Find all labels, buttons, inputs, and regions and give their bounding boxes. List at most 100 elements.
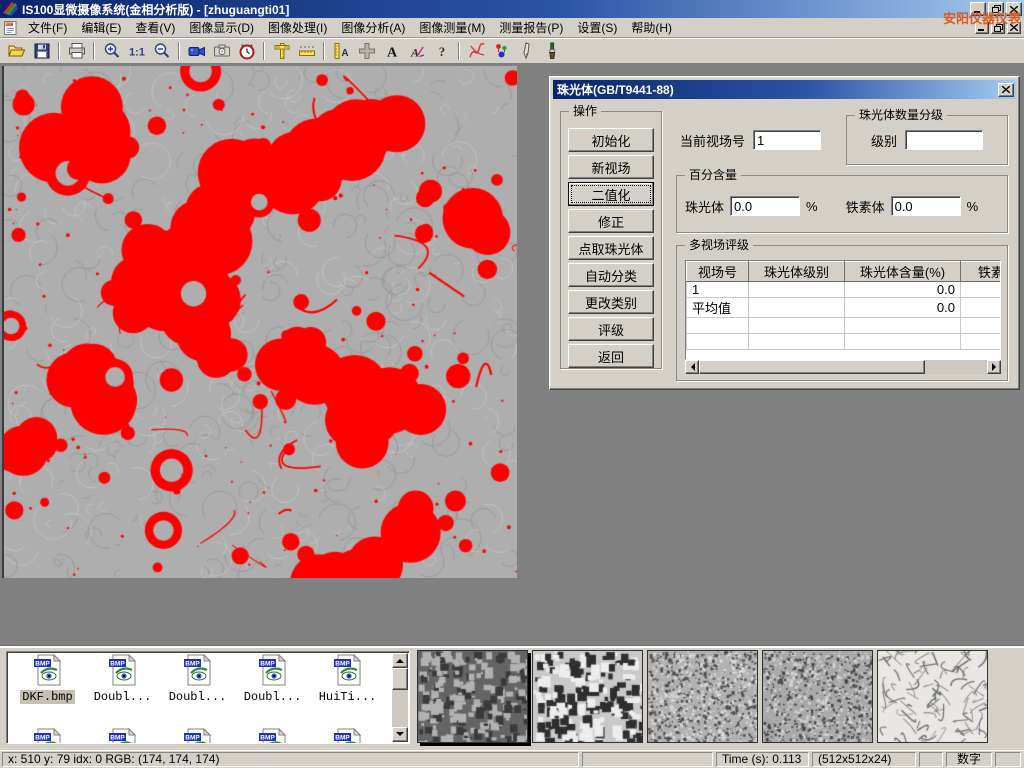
op-binarize-button[interactable]: 二值化 <box>568 182 654 206</box>
pearlite-percent-input[interactable] <box>730 196 800 216</box>
hscroll-thumb[interactable] <box>699 360 925 374</box>
table-cell <box>749 282 845 298</box>
menu-item-file[interactable]: 文件(F) <box>21 17 74 38</box>
op-change-class-button[interactable]: 更改类别 <box>568 290 654 314</box>
multi-field-table-wrap: 视场号珠光体级别珠光体含量(%)铁素体含量(%)10.0平均值0.0 <box>685 260 1001 360</box>
thumbnail[interactable] <box>647 650 758 743</box>
annotate-button[interactable]: A <box>404 40 429 62</box>
table-row[interactable]: 平均值0.0 <box>687 298 1002 318</box>
app-icon <box>2 0 18 19</box>
table-cell: 1 <box>687 282 749 298</box>
column-header[interactable]: 视场号 <box>687 262 749 282</box>
file-item[interactable]: BMPDKF.bmp <box>10 654 85 704</box>
minimize-button[interactable] <box>975 21 989 34</box>
hscroll-track[interactable] <box>925 360 987 374</box>
menu-item-help[interactable]: 帮助(H) <box>624 17 679 38</box>
menu-item-image-process[interactable]: 图像处理(I) <box>261 17 334 38</box>
time-status: Time (s): 0.113 <box>716 752 809 767</box>
dialog-close-button[interactable] <box>998 83 1014 97</box>
open-button[interactable] <box>4 40 29 62</box>
vscroll-track[interactable] <box>392 690 408 727</box>
zoom-in-button[interactable] <box>99 40 124 62</box>
file-item[interactable]: BMPHuiTi... <box>310 654 385 704</box>
menu-item-view[interactable]: 查看(V) <box>128 17 182 38</box>
file-item[interactable]: BMP <box>235 728 310 744</box>
marker-points-button[interactable] <box>489 40 514 62</box>
video-camera-button[interactable] <box>184 40 209 62</box>
op-grade-button[interactable]: 评级 <box>568 317 654 341</box>
move-cross-button[interactable] <box>354 40 379 62</box>
thumbnail-image[interactable] <box>532 650 643 743</box>
op-auto-classify-button[interactable]: 自动分类 <box>568 263 654 287</box>
file-list-scrollbar[interactable] <box>392 653 408 742</box>
table-hscrollbar[interactable] <box>685 360 1001 374</box>
restore-button[interactable] <box>991 21 1005 34</box>
level-input[interactable] <box>905 130 983 150</box>
close-button[interactable] <box>1006 2 1022 16</box>
timer-button[interactable] <box>234 40 259 62</box>
zoom-out-button[interactable] <box>149 40 174 62</box>
file-item[interactable]: BMP <box>10 728 85 744</box>
save-button[interactable] <box>29 40 54 62</box>
thumbnail-image[interactable] <box>647 650 758 743</box>
table-row[interactable]: 10.0 <box>687 282 1002 298</box>
ferrite-percent-input[interactable] <box>891 196 961 216</box>
column-header[interactable]: 铁素体含量(%) <box>961 262 1002 282</box>
pen-tool-button[interactable] <box>514 40 539 62</box>
measure-text-button[interactable]: A <box>329 40 354 62</box>
curve-tool-button[interactable] <box>464 40 489 62</box>
text-button[interactable]: A <box>379 40 404 62</box>
menu-item-image-analysis[interactable]: 图像分析(A) <box>334 17 412 38</box>
vscroll-thumb[interactable] <box>392 668 408 690</box>
menu-item-edit[interactable]: 编辑(E) <box>74 17 128 38</box>
minimize-button[interactable] <box>970 2 986 16</box>
operations-buttons: 初始化新视场二值化修正点取珠光体自动分类更改类别评级返回 <box>561 112 661 368</box>
column-header[interactable]: 珠光体含量(%) <box>845 262 961 282</box>
thumbnail[interactable] <box>417 650 528 743</box>
scroll-left-button[interactable] <box>685 360 699 374</box>
print-button[interactable] <box>64 40 89 62</box>
caliper-button[interactable] <box>269 40 294 62</box>
thumbnail-image[interactable] <box>762 650 873 743</box>
thumbnail[interactable] <box>877 650 988 743</box>
op-initialize-button[interactable]: 初始化 <box>568 128 654 152</box>
file-item[interactable]: BMP <box>310 728 385 744</box>
file-item[interactable]: BMP <box>85 728 160 744</box>
table-row[interactable] <box>687 318 1002 334</box>
workspace: 珠光体(GB/T9441-88) 操作 初始化新视场二值化修正点取珠光体自动分类… <box>0 64 1024 645</box>
micrograph-image[interactable] <box>2 66 517 578</box>
file-item[interactable]: BMPDoubl... <box>85 654 160 704</box>
actual-size-button[interactable]: 1:1 <box>124 40 149 62</box>
menu-item-image-display[interactable]: 图像显示(D) <box>182 17 261 38</box>
thumbnail[interactable] <box>532 650 643 743</box>
file-item[interactable]: BMPDoubl... <box>160 654 235 704</box>
thumbnail[interactable] <box>762 650 873 743</box>
brush-icon <box>542 41 562 61</box>
op-pick-pearlite-button[interactable]: 点取珠光体 <box>568 236 654 260</box>
scroll-right-button[interactable] <box>987 360 1001 374</box>
actual-size-icon: 1:1 <box>127 41 147 61</box>
help-button[interactable]: ? <box>429 40 454 62</box>
svg-text:?: ? <box>438 44 445 59</box>
file-item[interactable]: BMP <box>160 728 235 744</box>
restore-button[interactable] <box>988 2 1004 16</box>
brush-button[interactable] <box>539 40 564 62</box>
op-new-field-button[interactable]: 新视场 <box>568 155 654 179</box>
thumbnail-image[interactable] <box>417 650 528 743</box>
column-header[interactable]: 珠光体级别 <box>749 262 845 282</box>
menu-item-measure-report[interactable]: 测量报告(P) <box>492 17 570 38</box>
current-field-input[interactable] <box>753 130 821 150</box>
op-return-button[interactable]: 返回 <box>568 344 654 368</box>
scroll-down-button[interactable] <box>392 727 408 742</box>
file-item[interactable]: BMPDoubl... <box>235 654 310 704</box>
table-row[interactable] <box>687 334 1002 350</box>
menu-item-settings[interactable]: 设置(S) <box>570 17 624 38</box>
table-cell <box>749 318 845 334</box>
menu-item-image-measure[interactable]: 图像测量(M) <box>412 17 492 38</box>
ruler-button[interactable] <box>294 40 319 62</box>
op-correct-button[interactable]: 修正 <box>568 209 654 233</box>
scroll-up-button[interactable] <box>392 653 408 668</box>
camera-button[interactable] <box>209 40 234 62</box>
close-button[interactable] <box>1007 21 1021 34</box>
thumbnail-image[interactable] <box>877 650 988 743</box>
